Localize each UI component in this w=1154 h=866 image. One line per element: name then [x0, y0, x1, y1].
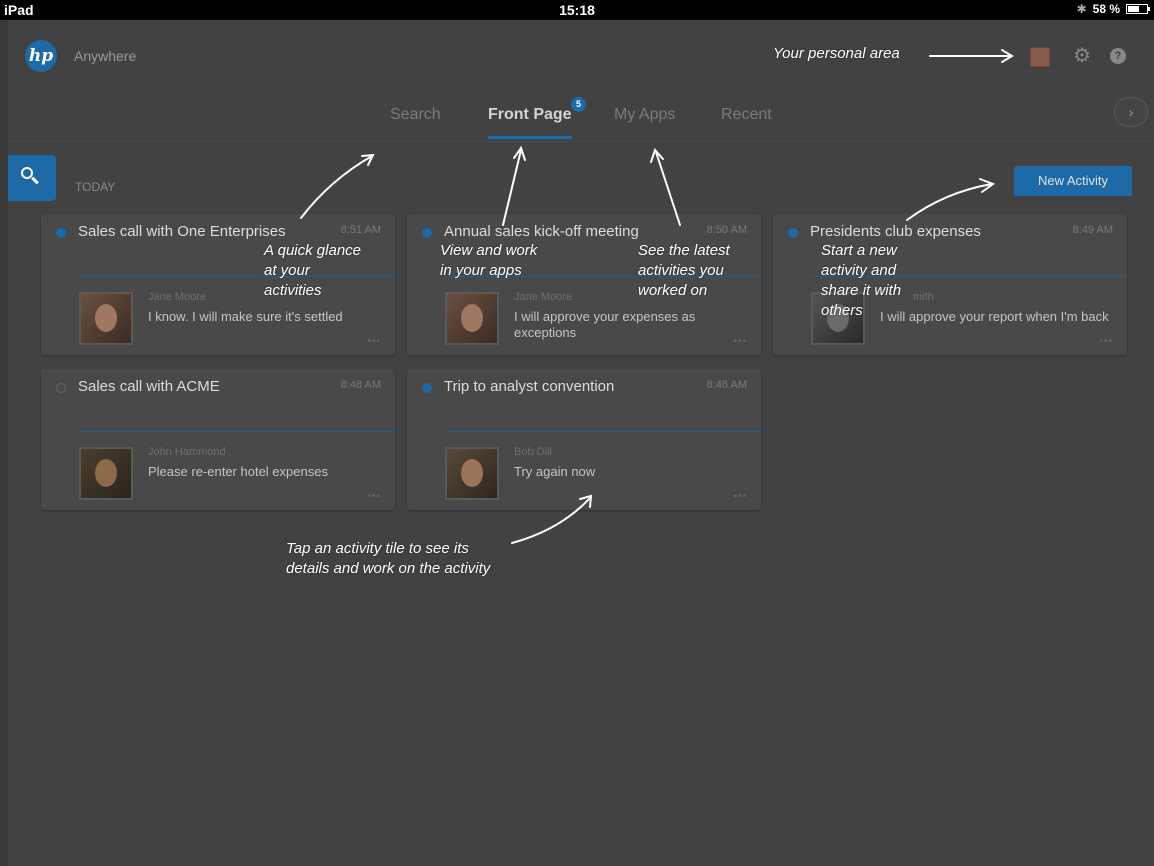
search-button[interactable] [8, 155, 56, 201]
person-name: mith [913, 291, 934, 303]
activity-time: 8:48 AM [340, 379, 381, 391]
unread-dot-icon [788, 228, 798, 238]
unread-dot-icon [56, 228, 66, 238]
activity-time: 8:51 AM [340, 224, 381, 236]
activity-message: I will approve your expenses as exceptio… [514, 309, 696, 340]
person-photo [445, 447, 499, 500]
activity-title: Presidents club expenses [810, 223, 981, 240]
read-dot-icon [56, 383, 66, 393]
status-right: ✱ 58 % [1076, 2, 1150, 16]
annotation-latest: See the latest activities you worked on [638, 242, 730, 299]
more-icon[interactable]: ••• [733, 491, 747, 502]
activity-time: 8:49 AM [1072, 224, 1113, 236]
activity-message: Try again now [514, 464, 596, 479]
tab-front-page-label: Front Page [488, 106, 572, 123]
tab-search[interactable]: Search [390, 106, 441, 124]
active-tab-indicator [488, 136, 572, 139]
front-page-badge: 5 [571, 97, 586, 112]
activity-time: 8:50 AM [706, 224, 747, 236]
annotation-tap-tile: Tap an activity tile to see its details … [286, 540, 491, 577]
app-header: hp Anywhere ⚙ ? [8, 20, 1154, 94]
gear-icon[interactable]: ⚙ [1071, 45, 1093, 67]
more-icon[interactable]: ••• [733, 336, 747, 347]
person-photo [79, 447, 133, 500]
chevron-right-icon[interactable]: › [1114, 97, 1148, 127]
tab-recent[interactable]: Recent [721, 106, 772, 124]
bluetooth-icon: ✱ [1076, 2, 1087, 16]
unread-dot-icon [422, 383, 432, 393]
new-activity-button[interactable]: New Activity [1014, 166, 1132, 196]
person-photo [445, 292, 499, 345]
annotation-new-activity: Start a new activity and share it with o… [821, 242, 902, 319]
status-clock: 15:18 [559, 2, 595, 18]
hp-logo[interactable]: hp [25, 40, 57, 72]
activity-title: Sales call with ACME [78, 378, 220, 395]
activity-message: I will approve your report when I'm back [880, 309, 1109, 324]
section-today-label: TODAY [75, 180, 116, 194]
battery-icon [1126, 4, 1150, 14]
more-icon[interactable]: ••• [367, 336, 381, 347]
annotation-personal-area: Your personal area [773, 45, 900, 62]
annotation-apps: View and work in your apps [440, 242, 538, 279]
activity-title: Sales call with One Enterprises [78, 223, 286, 240]
unread-dot-icon [422, 228, 432, 238]
activity-message: I know. I will make sure it's settled [148, 309, 343, 324]
more-icon[interactable]: ••• [367, 491, 381, 502]
app-name: Anywhere [74, 48, 137, 64]
battery-percent: 58 % [1092, 2, 1120, 16]
app-screen: hp Anywhere ⚙ ? Search Front Page My App… [8, 20, 1154, 866]
tab-front-page[interactable]: Front Page [488, 106, 572, 139]
activity-tile[interactable]: Trip to analyst convention 8:46 AM Bob D… [407, 369, 761, 510]
person-name: Bob Dill [514, 446, 552, 458]
activity-time: 8:46 AM [706, 379, 747, 391]
activity-message: Please re-enter hotel expenses [148, 464, 328, 479]
person-photo [79, 292, 133, 345]
more-icon[interactable]: ••• [1099, 336, 1113, 347]
person-name: John Hammond [148, 446, 226, 458]
person-name: Jane Moore [148, 291, 207, 303]
help-icon[interactable]: ? [1110, 48, 1126, 64]
person-name: Jane Moore [514, 291, 573, 303]
activity-title: Trip to analyst convention [444, 378, 615, 395]
user-avatar-icon[interactable] [1030, 47, 1050, 67]
annotation-quick-glance: A quick glance at your activities [264, 242, 362, 299]
tab-my-apps[interactable]: My Apps [614, 106, 675, 124]
status-bar: iPad 15:18 ✱ 58 % [0, 0, 1154, 20]
activity-tile[interactable]: Sales call with ACME 8:48 AM John Hammon… [41, 369, 395, 510]
activity-title: Annual sales kick-off meeting [444, 223, 639, 240]
